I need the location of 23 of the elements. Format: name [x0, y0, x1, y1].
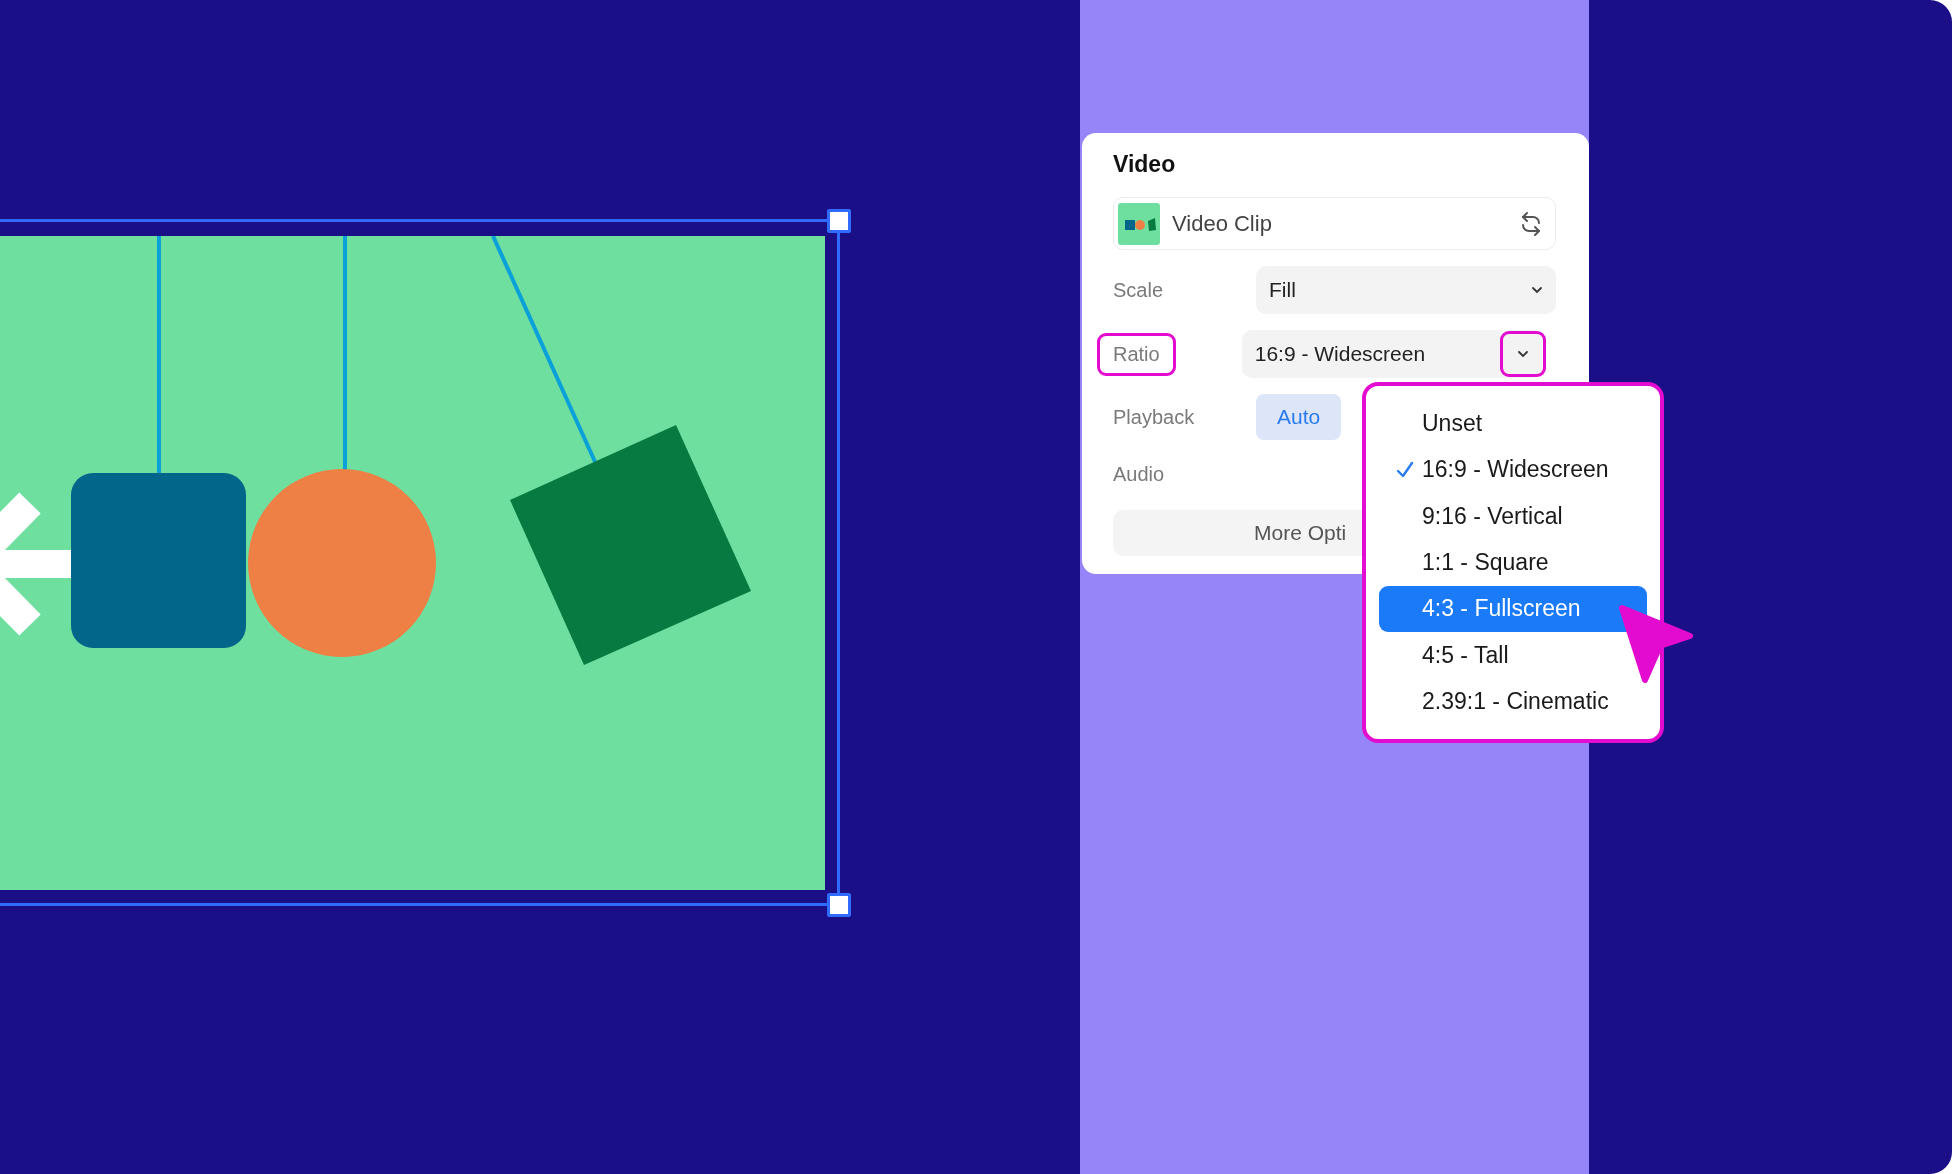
clip-name: Video Clip	[1172, 210, 1273, 237]
menu-item[interactable]: 16:9 - Widescreen	[1379, 446, 1647, 493]
select-value: Fill	[1269, 278, 1297, 302]
option-label: 4:3 - Fullscreen	[1422, 595, 1581, 623]
resize-handle[interactable]	[827, 893, 851, 917]
field-label: Audio	[1113, 462, 1166, 486]
field-label: Scale	[1113, 278, 1165, 302]
chevron-icon[interactable]	[1499, 331, 1546, 377]
resize-handle[interactable]	[827, 209, 851, 233]
clip-field[interactable]: Video Clip	[1113, 197, 1556, 250]
swap-icon[interactable]	[1519, 210, 1543, 237]
menu-item[interactable]: 2.39:1 - Cinematic	[1379, 678, 1647, 725]
menu-item[interactable]: 4:3 - Fullscreen	[1379, 585, 1647, 633]
select-value: 16:9 - Widescreen	[1254, 342, 1427, 366]
menu-item[interactable]: Unset	[1379, 400, 1647, 447]
option-label: 4:5 - Tall	[1422, 641, 1509, 669]
field-label: Playback	[1113, 405, 1196, 429]
dropdown-field[interactable]: Fill	[1256, 266, 1556, 314]
option-label: 2.39:1 - Cinematic	[1422, 688, 1609, 716]
field-label: Ratio	[1097, 332, 1176, 376]
option-label: 16:9 - Widescreen	[1422, 456, 1609, 484]
panel-title: Video	[1113, 150, 1177, 179]
option-label: Unset	[1422, 409, 1483, 437]
